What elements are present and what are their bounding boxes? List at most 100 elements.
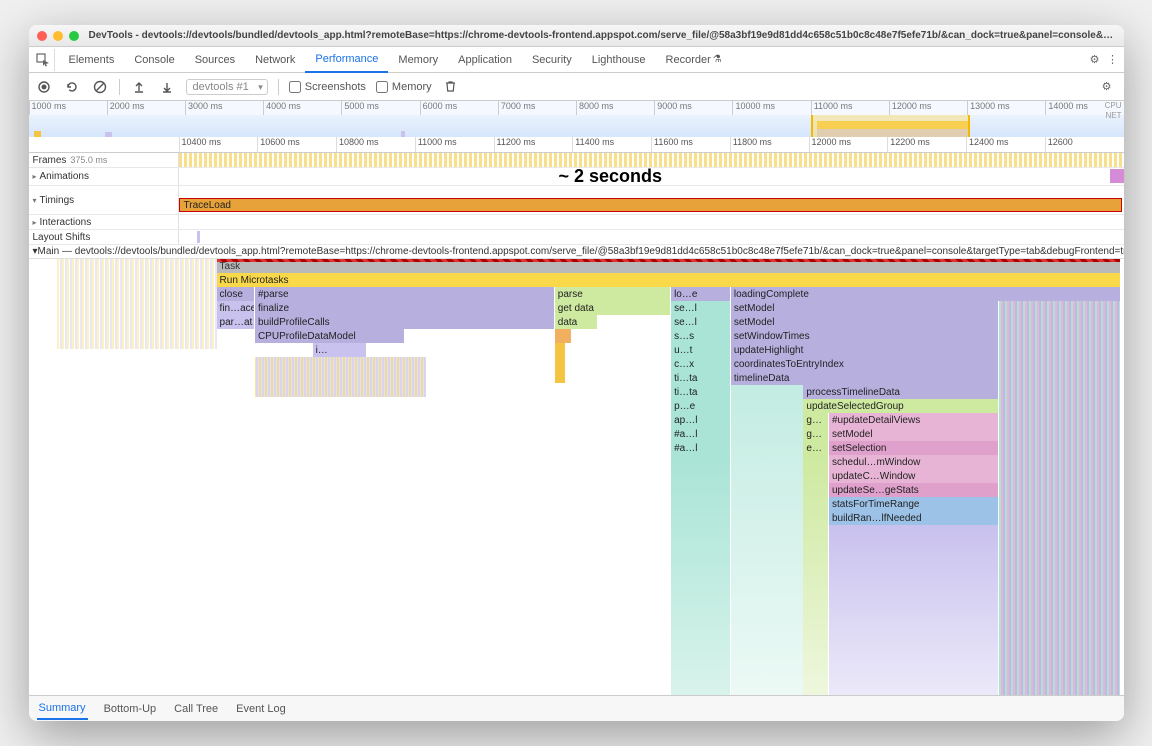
more-menu-icon[interactable]: ⋮	[1106, 53, 1120, 66]
flame-hal1[interactable]: #a…l	[671, 427, 730, 441]
inspect-element-icon[interactable]	[33, 49, 55, 71]
overview-selection[interactable]	[811, 115, 970, 137]
flame-buildprofilecalls[interactable]: buildProfileCalls	[255, 315, 554, 329]
flame-e[interactable]: e…	[803, 441, 828, 455]
frames-strip[interactable]	[179, 153, 1124, 167]
tab-sources[interactable]: Sources	[185, 47, 245, 73]
tab-recorder[interactable]: Recorder⚗	[656, 47, 732, 73]
overview-chart[interactable]	[29, 115, 1124, 137]
flame-setselection[interactable]: setSelection	[829, 441, 998, 455]
flame-cx[interactable]: c…x	[671, 357, 730, 371]
track-label-frames: Frames375.0 ms	[29, 153, 179, 167]
flame-parse[interactable]: parse	[555, 287, 670, 301]
minimize-window-icon[interactable]	[53, 31, 63, 41]
reload-record-icon[interactable]	[63, 78, 81, 96]
flame-updateselectedgroup[interactable]: updateSelectedGroup	[803, 399, 997, 413]
zoom-window-icon[interactable]	[69, 31, 79, 41]
memory-checkbox[interactable]: Memory	[376, 81, 432, 93]
track-label-layout-shifts: Layout Shifts	[29, 230, 179, 244]
detail-ruler: 10400 ms 10600 ms 10800 ms 11000 ms 1120…	[29, 137, 1124, 153]
overview-ticks: 1000 ms 2000 ms 3000 ms 4000 ms 5000 ms …	[29, 101, 1124, 115]
tab-elements[interactable]: Elements	[59, 47, 125, 73]
track-label-interactions: ▸Interactions	[29, 215, 179, 229]
flame-parse-h[interactable]: #parse	[255, 287, 554, 301]
track-animations[interactable]: ▸Animations ~ 2 seconds	[29, 168, 1124, 186]
tab-memory[interactable]: Memory	[388, 47, 448, 73]
window-controls	[37, 31, 79, 41]
flame-timelinedata[interactable]: timelineData	[731, 371, 998, 385]
flame-updatesestats[interactable]: updateSe…geStats	[829, 483, 998, 497]
flame-loe[interactable]: lo…e	[671, 287, 730, 301]
tab-security[interactable]: Security	[522, 47, 582, 73]
flame-schedulewindow[interactable]: schedul…mWindow	[829, 455, 998, 469]
btab-call-tree[interactable]: Call Tree	[172, 699, 220, 719]
window-title: DevTools - devtools://devtools/bundled/d…	[89, 30, 1116, 41]
flame-setmodel2[interactable]: setModel	[731, 315, 998, 329]
flame-getdata[interactable]: get data	[555, 301, 670, 315]
tab-performance[interactable]: Performance	[305, 47, 388, 73]
close-window-icon[interactable]	[37, 31, 47, 41]
devtools-window: DevTools - devtools://devtools/bundled/d…	[29, 25, 1124, 721]
upload-profile-icon[interactable]	[130, 78, 148, 96]
btab-event-log[interactable]: Event Log	[234, 699, 288, 719]
flame-sel2[interactable]: se…l	[671, 315, 730, 329]
flame-statsfortimerange[interactable]: statsForTimeRange	[829, 497, 998, 511]
flame-tita2[interactable]: ti…ta	[671, 385, 730, 399]
timing-traceload[interactable]: TraceLoad	[179, 198, 1122, 212]
flame-cpuprofile[interactable]: CPUProfileDataModel	[255, 329, 404, 343]
flame-parat[interactable]: par…at	[217, 315, 254, 329]
flame-data[interactable]: data	[555, 315, 598, 329]
flask-icon: ⚗	[713, 54, 722, 65]
record-button-icon[interactable]	[35, 78, 53, 96]
download-profile-icon[interactable]	[158, 78, 176, 96]
flame-microtasks[interactable]: Run Microtasks	[217, 273, 1121, 287]
capture-settings-gear-icon[interactable]: ⚙	[1096, 80, 1118, 93]
clear-icon[interactable]	[91, 78, 109, 96]
flame-idots[interactable]: i…	[313, 343, 366, 357]
track-label-main[interactable]: ▾Main — devtools://devtools/bundled/devt…	[29, 245, 1124, 259]
track-layout-shifts[interactable]: Layout Shifts	[29, 230, 1124, 245]
flame-setmodel3[interactable]: setModel	[829, 427, 998, 441]
garbage-collect-icon[interactable]	[442, 78, 460, 96]
track-interactions[interactable]: ▸Interactions	[29, 215, 1124, 230]
animation-bar[interactable]	[1110, 169, 1124, 183]
flame-setwindowtimes[interactable]: setWindowTimes	[731, 329, 998, 343]
flame-pe[interactable]: p…e	[671, 399, 730, 413]
titlebar: DevTools - devtools://devtools/bundled/d…	[29, 25, 1124, 47]
flame-sel1[interactable]: se…l	[671, 301, 730, 315]
screenshots-checkbox[interactable]: Screenshots	[289, 81, 366, 93]
overview-timeline[interactable]: 1000 ms 2000 ms 3000 ms 4000 ms 5000 ms …	[29, 101, 1124, 137]
flame-finalize[interactable]: finalize	[255, 301, 554, 315]
flame-updatecwindow[interactable]: updateC…Window	[829, 469, 998, 483]
flame-loadingcomplete[interactable]: loadingComplete	[731, 287, 1120, 301]
flame-buildranneeded[interactable]: buildRan…lfNeeded	[829, 511, 998, 525]
flame-setmodel1[interactable]: setModel	[731, 301, 998, 315]
flame-updatehighlight[interactable]: updateHighlight	[731, 343, 998, 357]
flame-g2[interactable]: g…	[803, 427, 828, 441]
btab-summary[interactable]: Summary	[37, 698, 88, 720]
flame-processtimelinedata[interactable]: processTimelineData	[803, 385, 997, 399]
track-timings[interactable]: ▾Timings TraceLoad	[29, 186, 1124, 215]
tab-network[interactable]: Network	[245, 47, 305, 73]
flame-apl[interactable]: ap…l	[671, 413, 730, 427]
overview-right-labels: CPU NET	[1105, 101, 1122, 121]
tracks-area[interactable]: Frames375.0 ms ▸Animations ~ 2 seconds ▾…	[29, 153, 1124, 695]
profile-selector[interactable]: devtools #1	[186, 79, 268, 95]
flame-updatedetailviews[interactable]: #updateDetailViews	[829, 413, 998, 427]
flame-tita1[interactable]: ti…ta	[671, 371, 730, 385]
flame-close[interactable]: close	[217, 287, 254, 301]
track-label-animations: ▸Animations	[29, 168, 179, 185]
track-label-timings: ▾Timings	[29, 186, 179, 214]
btab-bottom-up[interactable]: Bottom-Up	[102, 699, 159, 719]
flame-ss[interactable]: s…s	[671, 329, 730, 343]
tab-lighthouse[interactable]: Lighthouse	[582, 47, 656, 73]
flame-ut[interactable]: u…t	[671, 343, 730, 357]
flame-hal2[interactable]: #a…l	[671, 441, 730, 455]
flame-g1[interactable]: g…	[803, 413, 828, 427]
tab-console[interactable]: Console	[124, 47, 184, 73]
tab-application[interactable]: Application	[448, 47, 522, 73]
settings-gear-icon[interactable]: ⚙	[1084, 53, 1106, 66]
flame-finace[interactable]: fin…ace	[217, 301, 254, 315]
flame-coordinates[interactable]: coordinatesToEntryIndex	[731, 357, 998, 371]
flame-chart[interactable]: Task Run Microtasks close #parse parse l…	[57, 259, 1124, 695]
